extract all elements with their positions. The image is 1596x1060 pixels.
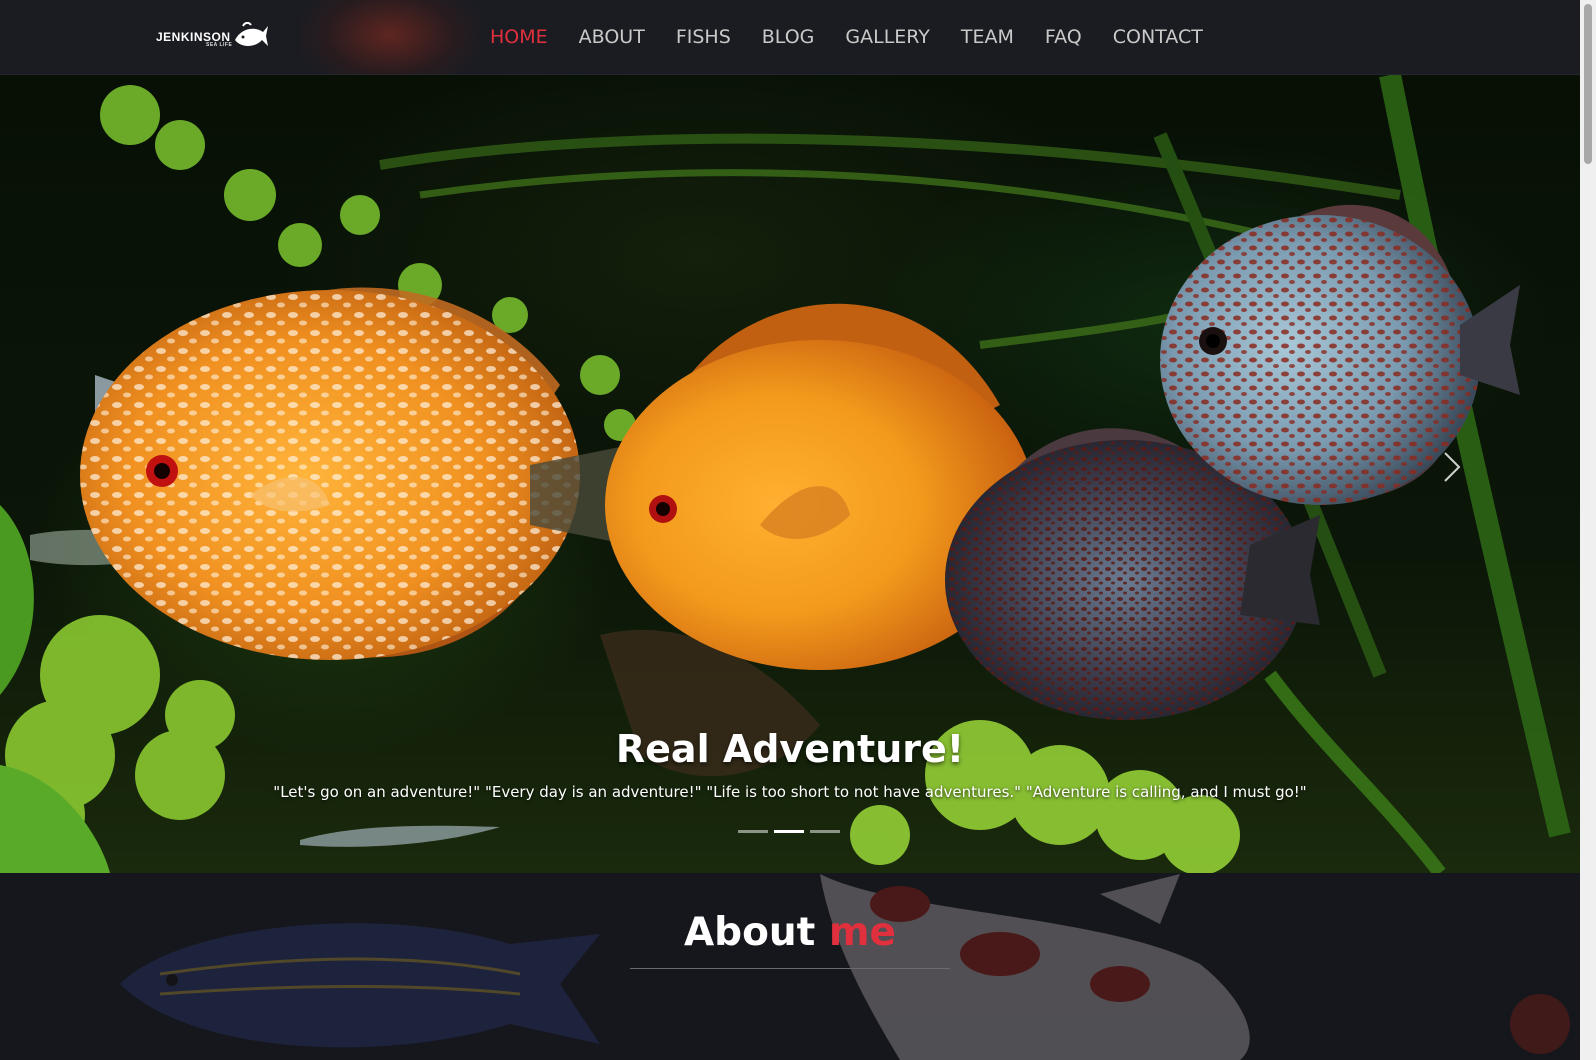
chevron-right-icon — [1444, 452, 1461, 482]
nav-item-faq[interactable]: FAQ — [1045, 26, 1082, 48]
hero-caption: "Let's go on an adventure!" "Every day i… — [273, 783, 1307, 801]
nav-item-home[interactable]: HOME — [490, 26, 548, 48]
carousel-indicators — [738, 830, 840, 833]
main-nav: HOME ABOUT FISHS BLOG GALLERY TEAM FAQ C… — [490, 0, 1234, 74]
nav-item-about[interactable]: ABOUT — [579, 26, 645, 48]
nav-item-blog[interactable]: BLOG — [762, 26, 815, 48]
nav-item-team[interactable]: TEAM — [961, 26, 1014, 48]
nav-item-fishs[interactable]: FISHS — [676, 26, 731, 48]
hero-title: Real Adventure! — [615, 727, 965, 771]
about-title-main: About — [684, 910, 816, 955]
carousel-indicator-3[interactable] — [810, 830, 840, 833]
carousel-indicator-1[interactable] — [738, 830, 768, 833]
brand-logo[interactable]: JENKINSON SEA LIFE — [156, 20, 269, 54]
brand-tagline: SEA LIFE — [206, 42, 233, 48]
hero-carousel: Real Adventure! "Let's go on an adventur… — [0, 75, 1580, 873]
carousel-indicator-2[interactable] — [774, 830, 804, 833]
navbar: JENKINSON SEA LIFE HOME ABOUT FISHS BLOG… — [0, 0, 1580, 75]
fish-logo-icon — [234, 22, 268, 46]
nav-item-contact[interactable]: CONTACT — [1113, 26, 1203, 48]
nav-background-fish — [300, 0, 480, 74]
about-title: About me — [0, 910, 1580, 955]
about-section: About me — [0, 874, 1580, 1060]
nav-item-gallery[interactable]: GALLERY — [845, 26, 930, 48]
about-title-divider — [630, 968, 950, 969]
carousel-next-button[interactable] — [1437, 447, 1467, 487]
about-background-fish — [120, 874, 1570, 1060]
page-scrollbar[interactable] — [1580, 0, 1596, 1060]
about-title-accent: me — [828, 910, 896, 955]
discus-fish-left — [80, 287, 630, 660]
scrollbar-thumb[interactable] — [1584, 4, 1592, 164]
